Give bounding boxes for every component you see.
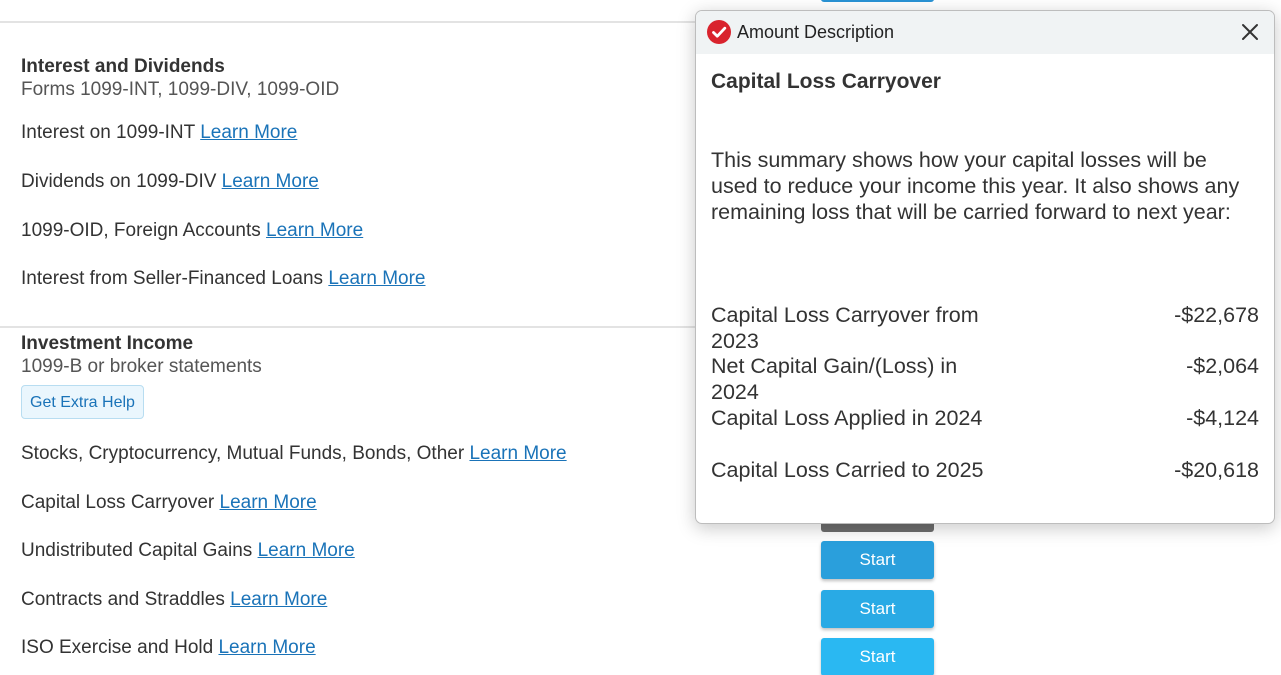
capital-loss-carryover-row: Capital Loss Carryover Learn More <box>21 492 317 514</box>
stocks-crypto-row: Stocks, Cryptocurrency, Mutual Funds, Bo… <box>21 443 567 465</box>
summary-label-carryover-from: Capital Loss Carryover from 2023 <box>711 303 979 353</box>
row-label: Interest from Seller-Financed Loans <box>21 268 324 289</box>
row-label: 1099-OID, Foreign Accounts <box>21 220 261 241</box>
page: Interest and Dividends Forms 1099-INT, 1… <box>0 0 1281 675</box>
investment-section-title: Investment Income <box>21 333 194 354</box>
summary-value-net-capital-gain: -$2,064 <box>1186 354 1259 378</box>
contracts-straddles-row: Contracts and Straddles Learn More <box>21 589 327 611</box>
learn-more-link[interactable]: Learn More <box>328 268 425 289</box>
learn-more-link[interactable]: Learn More <box>469 443 566 464</box>
learn-more-link[interactable]: Learn More <box>200 122 297 143</box>
interest-section-subtitle: Forms 1099-INT, 1099-DIV, 1099-OID <box>21 79 340 100</box>
start-button-iso-exercise-hold[interactable]: Start <box>821 638 934 675</box>
learn-more-link[interactable]: Learn More <box>258 540 355 561</box>
close-icon[interactable] <box>1241 23 1259 41</box>
get-extra-help-button[interactable]: Get Extra Help <box>21 385 144 419</box>
row-label: Undistributed Capital Gains <box>21 540 253 561</box>
row-label: Dividends on 1099-DIV <box>21 171 217 192</box>
learn-more-link[interactable]: Learn More <box>218 637 315 658</box>
investment-section-subtitle: 1099-B or broker statements <box>21 356 262 377</box>
dialog-description: This summary shows how your capital loss… <box>711 148 1240 224</box>
learn-more-link[interactable]: Learn More <box>230 589 327 610</box>
seller-financed-loans-row: Interest from Seller-Financed Loans Lear… <box>21 268 426 290</box>
dialog-heading: Capital Loss Carryover <box>711 70 941 93</box>
row-label: Stocks, Cryptocurrency, Mutual Funds, Bo… <box>21 443 465 464</box>
dialog-header: Amount Description <box>696 11 1274 54</box>
oid-foreign-accounts-row: 1099-OID, Foreign Accounts Learn More <box>21 220 363 242</box>
partial-button-top[interactable] <box>821 0 934 2</box>
interest-section-title: Interest and Dividends <box>21 56 225 77</box>
summary-label-carried-to: Capital Loss Carried to 2025 <box>711 458 984 482</box>
undistributed-capital-gains-row: Undistributed Capital Gains Learn More <box>21 540 355 562</box>
start-button-contracts-straddles[interactable]: Start <box>821 590 934 628</box>
summary-label-loss-applied: Capital Loss Applied in 2024 <box>711 406 983 430</box>
summary-value-carryover-from: -$22,678 <box>1174 303 1259 327</box>
summary-value-carried-to: -$20,618 <box>1174 458 1259 482</box>
learn-more-link[interactable]: Learn More <box>266 220 363 241</box>
row-label: ISO Exercise and Hold <box>21 637 214 658</box>
section-divider <box>0 21 700 23</box>
learn-more-link[interactable]: Learn More <box>222 171 319 192</box>
summary-value-loss-applied: -$4,124 <box>1186 406 1259 430</box>
amount-description-dialog: Amount Description Capital Loss Carryove… <box>695 10 1275 524</box>
learn-more-link[interactable]: Learn More <box>220 492 317 513</box>
section-divider <box>0 326 700 328</box>
start-button-undistributed-capital-gains[interactable]: Start <box>821 541 934 579</box>
row-label: Capital Loss Carryover <box>21 492 215 513</box>
row-label: Contracts and Straddles <box>21 589 225 610</box>
summary-label-net-capital-gain: Net Capital Gain/(Loss) in 2024 <box>711 354 958 404</box>
interest-1099-int-row: Interest on 1099-INT Learn More <box>21 122 297 144</box>
iso-exercise-hold-row: ISO Exercise and Hold Learn More <box>21 637 316 659</box>
check-circle-icon <box>707 20 731 44</box>
row-label: Interest on 1099-INT <box>21 122 195 143</box>
dividends-1099-div-row: Dividends on 1099-DIV Learn More <box>21 171 319 193</box>
dialog-title: Amount Description <box>737 22 895 42</box>
